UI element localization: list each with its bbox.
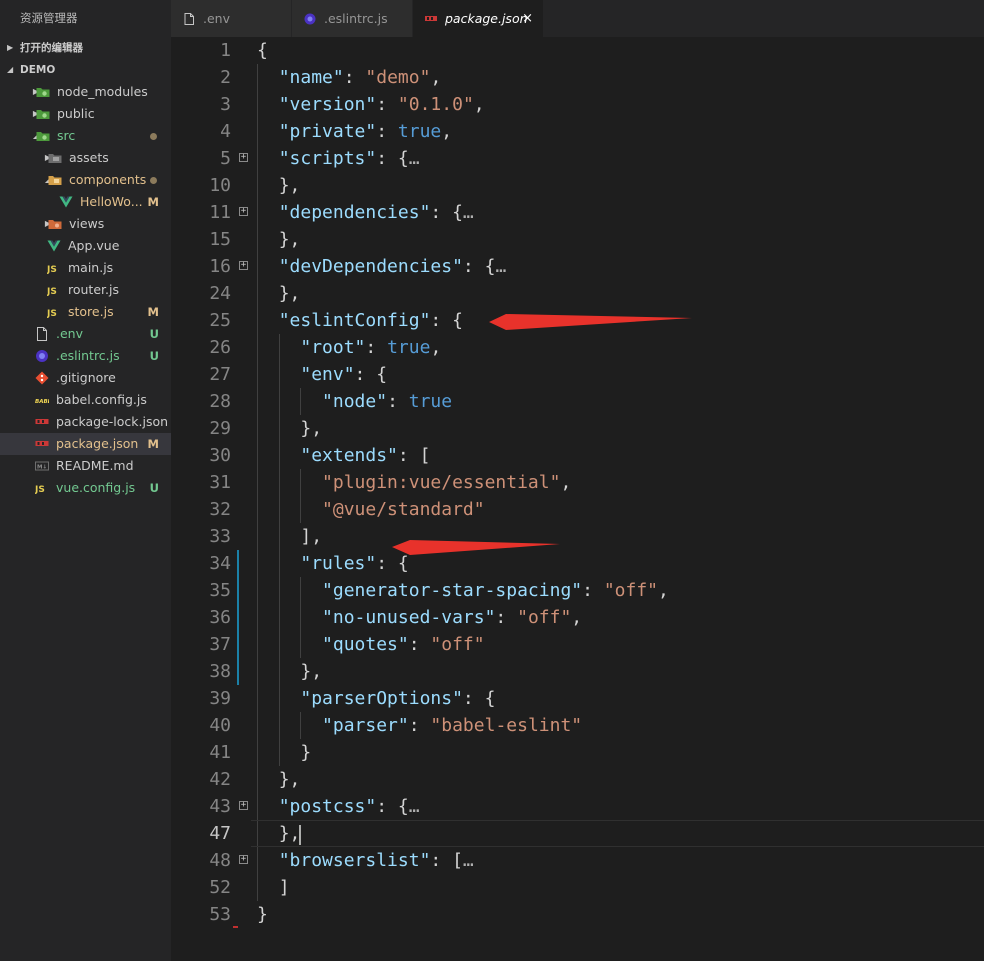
annotation-arrow-eslintconfig (489, 314, 692, 330)
vscode-window: 资源管理器 ▶ 打开的编辑器 ◢ DEMO ▶ node_modules ▶ publ… (0, 0, 984, 961)
annotation-overlay (392, 314, 692, 555)
annotation-arrow-rules (392, 540, 560, 555)
